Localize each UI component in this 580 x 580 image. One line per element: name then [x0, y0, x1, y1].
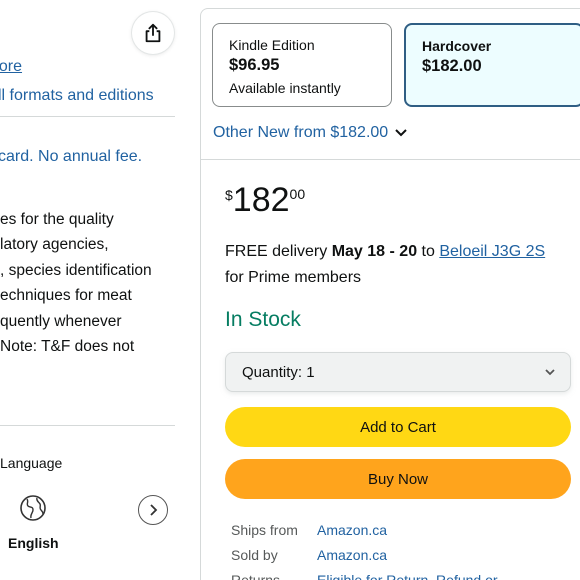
buybox: Kindle Edition $96.95 Available instantl… — [200, 8, 580, 580]
description-line: echniques for meat — [0, 287, 132, 304]
other-new-offers-link[interactable]: Other New from $182.00 — [213, 124, 408, 142]
returns-value[interactable]: Eligible for Return, Refund or — [317, 572, 498, 580]
language-label: Language — [0, 455, 63, 471]
description-line: quently whenever — [0, 313, 122, 330]
format-name: Hardcover — [422, 38, 492, 54]
format-name: Kindle Edition — [229, 37, 315, 53]
share-button[interactable] — [132, 12, 174, 54]
divider — [0, 425, 175, 426]
description-line: , species identification — [0, 262, 152, 279]
returns-row: Returns Eligible for Return, Refund or — [231, 572, 498, 580]
divider — [201, 159, 580, 160]
language-value: English — [8, 535, 59, 551]
format-price: $96.95 — [229, 56, 280, 74]
globe-icon — [20, 495, 46, 521]
delivery-message: FREE delivery May 18 - 20 to Beloeil J3G… — [225, 239, 565, 291]
format-price: $182.00 — [422, 57, 482, 75]
sold-by-value[interactable]: Amazon.ca — [317, 547, 387, 563]
divider — [0, 116, 175, 117]
description-line: latory agencies, — [0, 236, 109, 253]
description-line: es for the quality — [0, 211, 114, 228]
delivery-to: to — [417, 243, 440, 260]
quantity-value: 1 — [306, 363, 315, 381]
chevron-down-icon — [545, 369, 555, 376]
credit-card-offer-link[interactable]: card. No annual fee. — [0, 148, 142, 166]
quantity-label: Quantity: — [242, 363, 303, 381]
other-new-label: Other New from $182.00 — [213, 124, 389, 141]
add-to-cart-button[interactable]: Add to Cart — [225, 407, 571, 447]
price: $ 182 00 — [225, 182, 305, 218]
sold-by-label: Sold by — [231, 547, 278, 563]
chevron-down-icon — [395, 129, 407, 137]
chevron-right-icon — [150, 504, 158, 516]
delivery-dates: May 18 - 20 — [331, 243, 418, 260]
format-availability: Available instantly — [229, 80, 341, 96]
format-swatch-kindle[interactable]: Kindle Edition $96.95 Available instantl… — [212, 23, 392, 107]
share-icon — [145, 23, 161, 43]
price-whole: 182 — [232, 181, 290, 219]
description-line: Note: T&F does not — [0, 338, 135, 355]
returns-label: Returns — [231, 572, 281, 580]
ships-from-row: Ships from Amazon.ca — [231, 522, 387, 538]
delivery-location-link[interactable]: Beloeil J3G 2S — [439, 243, 545, 260]
availability-status: In Stock — [225, 308, 301, 331]
ships-from-label: Ships from — [231, 522, 298, 538]
see-all-formats-link[interactable]: ll formats and editions — [0, 87, 154, 105]
buy-now-button[interactable]: Buy Now — [225, 459, 571, 499]
price-fraction: 00 — [289, 186, 306, 202]
read-more-link[interactable]: nore — [0, 58, 22, 76]
ships-from-value[interactable]: Amazon.ca — [317, 522, 387, 538]
product-details-column: nore ll formats and editions card. No an… — [0, 0, 198, 580]
delivery-prefix: FREE delivery — [225, 243, 332, 260]
price-symbol: $ — [225, 187, 233, 203]
next-attribute-button[interactable] — [138, 495, 168, 525]
format-swatch-hardcover[interactable]: Hardcover $182.00 — [404, 23, 580, 107]
quantity-select[interactable]: Quantity: 1 — [225, 352, 571, 392]
delivery-suffix: for Prime members — [225, 269, 362, 286]
sold-by-row: Sold by Amazon.ca — [231, 547, 387, 563]
